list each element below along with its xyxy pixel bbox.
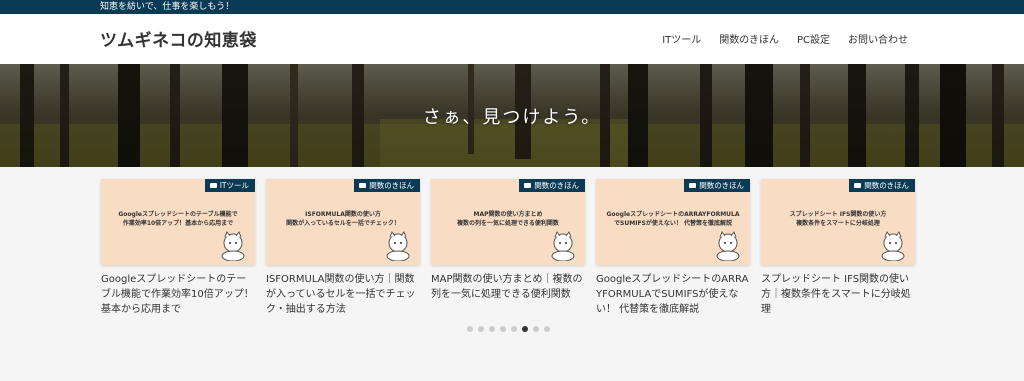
category-label: 関数のきほん	[864, 181, 909, 190]
pagination-dot[interactable]	[533, 326, 539, 332]
hero-banner: さぁ、見つけよう。	[0, 64, 1024, 167]
thumbnail-caption-line: Googleスプレッドシートのテーブル機能で	[118, 211, 238, 218]
folder-icon	[689, 183, 697, 188]
site-tagline: 知恵を紡いで、仕事を楽しもう！	[100, 2, 235, 12]
article-card[interactable]: 関数のきほん GoogleスプレッドシートのARRAYFORMULA でSUMIF…	[596, 179, 750, 319]
article-title[interactable]: MAP関数の使い方まとめ｜複数の列を一気に処理できる便利関数	[431, 272, 585, 302]
pagination-dot[interactable]	[500, 326, 506, 332]
article-card[interactable]: ITツール Googleスプレッドシートのテーブル機能で 作業効率10倍アップ！基…	[101, 179, 255, 319]
article-thumbnail[interactable]: 関数のきほん GoogleスプレッドシートのARRAYFORMULA でSUMIF…	[596, 179, 750, 265]
nav-item-it-tools[interactable]: ITツール	[662, 31, 701, 46]
article-thumbnail[interactable]: 関数のきほん ISFORMULA関数の使い方関数が入っているセルを一括でチェック…	[266, 179, 420, 265]
site-title[interactable]: ツムギネコの知恵袋	[100, 26, 257, 51]
thumbnail-caption-line: MAP関数の使い方まとめ	[473, 211, 543, 218]
cat-illustration	[551, 231, 575, 261]
pagination-dot[interactable]	[522, 326, 528, 332]
site-header: ツムギネコの知恵袋 ITツール 関数のきほん PC設定 お問い合わせ	[0, 14, 1024, 64]
category-badge[interactable]: 関数のきほん	[519, 179, 585, 192]
pagination-dot[interactable]	[478, 326, 484, 332]
top-bar: 知恵を紡いで、仕事を楽しもう！	[0, 0, 1024, 14]
cat-illustration	[386, 231, 410, 261]
folder-icon	[524, 183, 532, 188]
thumbnail-caption: ISFORMULA関数の使い方関数が入っているセルを一括でチェック！	[272, 210, 414, 228]
main-nav: ITツール 関数のきほん PC設定 お問い合わせ	[662, 31, 908, 46]
article-card[interactable]: 関数のきほん MAP関数の使い方まとめ複数の列を一気に処理できる便利関数 MAP…	[431, 179, 585, 319]
thumbnail-caption-line: ISFORMULA関数の使い方	[305, 211, 381, 218]
article-thumbnail[interactable]: ITツール Googleスプレッドシートのテーブル機能で 作業効率10倍アップ！基…	[101, 179, 255, 265]
folder-icon	[209, 183, 217, 188]
carousel-pagination	[467, 326, 550, 332]
cat-illustration	[221, 231, 245, 261]
folder-icon	[854, 183, 862, 188]
category-badge[interactable]: 関数のきほん	[354, 179, 420, 192]
article-title[interactable]: スプレッドシート IFS関数の使い方｜複数条件をスマートに分岐処理	[761, 272, 915, 317]
article-carousel: ITツール Googleスプレッドシートのテーブル機能で 作業効率10倍アップ！基…	[101, 179, 916, 319]
pagination-dot[interactable]	[544, 326, 550, 332]
article-title[interactable]: GoogleスプレッドシートのARRAYFORMULAでSUMIFSが使えない！…	[596, 272, 750, 317]
article-thumbnail[interactable]: 関数のきほん スプレッドシート IFS関数の使い方 複数条件をスマートに分岐処理	[761, 179, 915, 265]
folder-icon	[359, 183, 367, 188]
pagination-dot[interactable]	[511, 326, 517, 332]
article-thumbnail[interactable]: 関数のきほん MAP関数の使い方まとめ複数の列を一気に処理できる便利関数	[431, 179, 585, 265]
hero-heading: さぁ、見つけよう。	[422, 107, 602, 128]
pagination-dot[interactable]	[489, 326, 495, 332]
thumbnail-caption-line: スプレッドシート IFS関数の使い方	[789, 211, 887, 218]
thumbnail-caption: スプレッドシート IFS関数の使い方 複数条件をスマートに分岐処理	[767, 210, 909, 228]
category-label: 関数のきほん	[369, 181, 414, 190]
thumbnail-caption-line: GoogleスプレッドシートのARRAYFORMULA	[606, 211, 740, 218]
category-badge[interactable]: 関数のきほん	[849, 179, 915, 192]
thumbnail-caption: MAP関数の使い方まとめ複数の列を一気に処理できる便利関数	[437, 210, 579, 228]
category-label: ITツール	[219, 181, 249, 190]
nav-item-pc-settings[interactable]: PC設定	[797, 31, 830, 46]
category-badge[interactable]: ITツール	[204, 179, 255, 192]
category-label: 関数のきほん	[534, 181, 579, 190]
pagination-dot[interactable]	[467, 326, 473, 332]
nav-item-function-basics[interactable]: 関数のきほん	[719, 31, 779, 46]
article-title[interactable]: Googleスプレッドシートのテーブル機能で作業効率10倍アップ！基本から応用ま…	[101, 272, 255, 317]
article-title[interactable]: ISFORMULA関数の使い方｜関数が入っているセルを一括でチェック・抽出する方…	[266, 272, 420, 317]
thumbnail-caption-line: 作業効率10倍アップ！基本から応用まで	[122, 220, 234, 227]
thumbnail-caption-line: 関数が入っているセルを一括でチェック！	[286, 220, 400, 227]
cat-illustration	[881, 231, 905, 261]
category-label: 関数のきほん	[699, 181, 744, 190]
article-card[interactable]: 関数のきほん スプレッドシート IFS関数の使い方 複数条件をスマートに分岐処理 …	[761, 179, 915, 319]
category-badge[interactable]: 関数のきほん	[684, 179, 750, 192]
thumbnail-caption-line: でSUMIFSが使えない！ 代替策を徹底解説	[614, 220, 732, 227]
cat-illustration	[716, 231, 740, 261]
thumbnail-caption: GoogleスプレッドシートのARRAYFORMULA でSUMIFSが使えない！…	[602, 210, 744, 228]
thumbnail-caption-line: 複数の列を一気に処理できる便利関数	[457, 220, 559, 227]
thumbnail-caption-line: 複数条件をスマートに分岐処理	[796, 220, 880, 227]
thumbnail-caption: Googleスプレッドシートのテーブル機能で 作業効率10倍アップ！基本から応用ま…	[107, 210, 249, 228]
nav-item-contact[interactable]: お問い合わせ	[848, 31, 908, 46]
article-card[interactable]: 関数のきほん ISFORMULA関数の使い方関数が入っているセルを一括でチェック…	[266, 179, 420, 319]
